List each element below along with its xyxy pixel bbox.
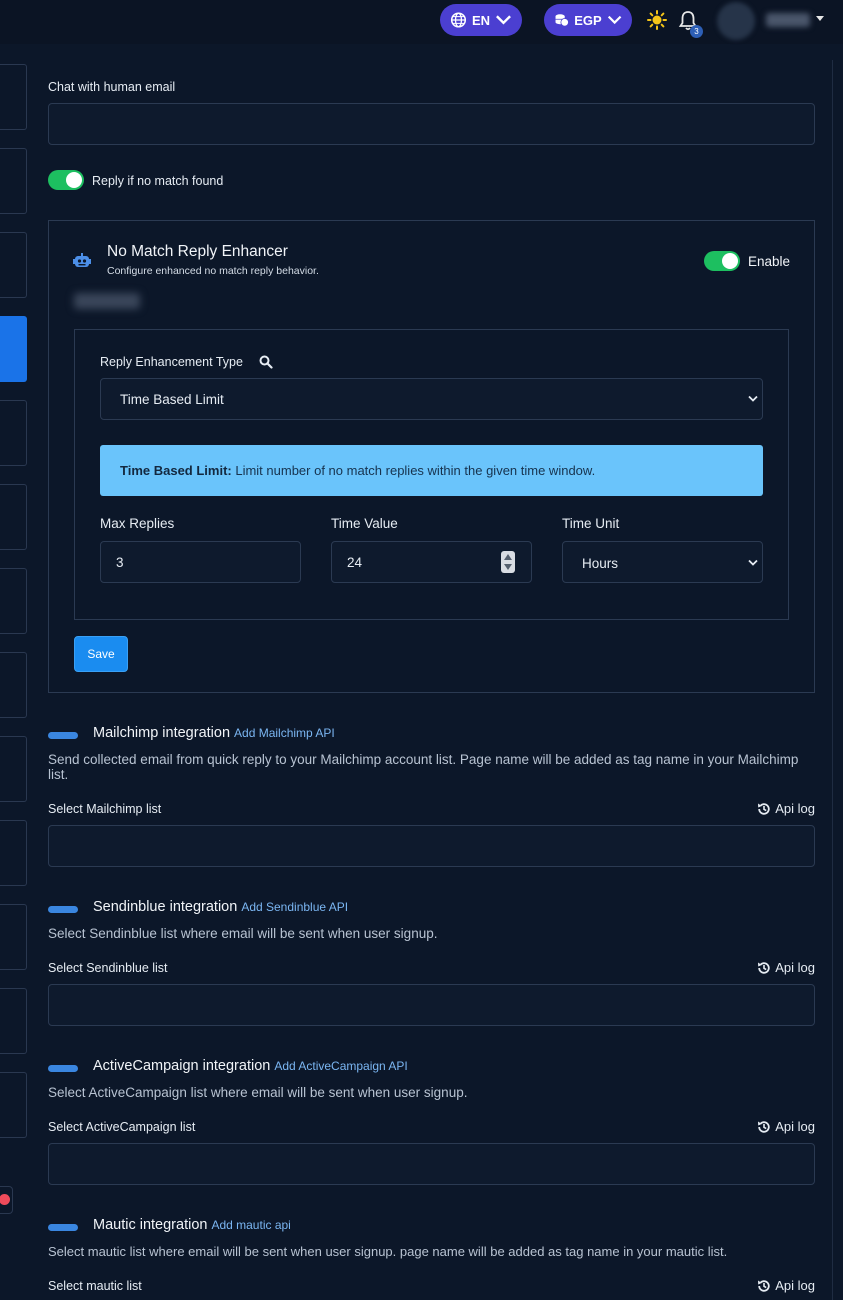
mautic-title: Mautic integration Add mautic api [93,1217,291,1233]
history-icon [758,802,770,815]
sendinblue-title-text: Sendinblue integration [93,899,238,915]
mautic-title-text: Mautic integration [93,1217,208,1233]
avatar[interactable] [717,2,755,40]
sendinblue-toggle[interactable] [48,906,78,913]
mailchimp-toggle[interactable] [48,732,78,739]
enhancement-type-label: Reply Enhancement Type [100,355,243,369]
mailchimp-list-select[interactable] [48,825,815,867]
side-card[interactable] [0,484,27,550]
api-log-label: Api log [775,1278,815,1293]
mailchimp-title: Mailchimp integration Add Mailchimp API [93,725,335,741]
time-value-value: 24 [347,555,363,570]
max-replies-value: 3 [116,555,124,570]
api-log-label: Api log [775,960,815,975]
activecampaign-list-select[interactable] [48,1143,815,1185]
user-name[interactable] [766,13,810,27]
mailchimp-title-text: Mailchimp integration [93,725,231,741]
activecampaign-api-log[interactable]: Api log [757,1119,815,1134]
side-card[interactable] [0,1072,27,1138]
sendinblue-select-label: Select Sendinblue list [48,961,168,975]
api-log-label: Api log [775,801,815,816]
scroll-divider [832,60,833,1300]
mautic-description: Select mautic list where email will be s… [48,1244,728,1259]
blurred-heading [74,293,140,309]
notification-badge: 3 [690,25,703,38]
mautic-select-label: Select mautic list [48,1279,142,1293]
add-sendinblue-link[interactable]: Add Sendinblue API [241,900,348,914]
enhancement-type-select[interactable]: Time Based Limit [100,378,763,420]
side-card[interactable] [0,820,27,886]
sun-icon[interactable] [647,10,667,30]
top-bar: EN EGP 3 [0,0,843,44]
max-replies-input[interactable]: 3 [100,541,301,583]
activecampaign-title: ActiveCampaign integration Add ActiveCamp… [93,1058,408,1074]
time-unit-select[interactable]: Hours [562,541,763,583]
reply-no-match-toggle[interactable] [48,170,84,190]
info-box-text: Limit number of no match replies within … [231,463,596,478]
search-icon[interactable] [259,355,273,369]
time-unit-label: Time Unit [562,516,620,531]
chevron-down-icon [748,395,758,402]
number-stepper-icon[interactable] [501,551,515,573]
mautic-api-log[interactable]: Api log [757,1278,815,1293]
side-card[interactable] [0,400,27,466]
enhancer-enable-label: Enable [748,254,791,269]
enhancer-enable-toggle[interactable] [704,251,740,271]
side-card[interactable] [0,64,27,130]
activecampaign-title-text: ActiveCampaign integration [93,1058,271,1074]
chevron-down-icon [496,15,511,25]
robot-icon [73,253,91,267]
mautic-toggle[interactable] [48,1224,78,1231]
enhancement-type-value: Time Based Limit [120,392,224,407]
currency-label: EGP [574,12,602,28]
activecampaign-select-label: Select ActiveCampaign list [48,1120,196,1134]
chat-email-label: Chat with human email [48,80,176,94]
reply-no-match-label: Reply if no match found [92,174,224,188]
max-replies-label: Max Replies [100,516,175,531]
add-activecampaign-link[interactable]: Add ActiveCampaign API [274,1059,407,1073]
chevron-down-icon [748,559,758,566]
side-card[interactable] [0,652,27,718]
side-card[interactable] [0,904,27,970]
save-button[interactable]: Save [74,636,128,672]
info-box-strong: Time Based Limit: [120,463,232,478]
side-card-active[interactable] [0,316,27,382]
activecampaign-description: Select ActiveCampaign list where email w… [48,1085,468,1100]
history-icon [758,961,770,974]
sendinblue-list-select[interactable] [48,984,815,1026]
time-value-input[interactable]: 24 [331,541,532,583]
side-card[interactable] [0,148,27,214]
side-card[interactable] [0,232,27,298]
add-mailchimp-link[interactable]: Add Mailchimp API [234,726,335,740]
mailchimp-description: Send collected email from quick reply to… [48,752,799,782]
mailchimp-select-label: Select Mailchimp list [48,802,162,816]
globe-icon [450,12,467,28]
coins-icon [555,14,569,27]
side-card[interactable] [0,568,27,634]
chevron-down-icon [607,15,622,25]
time-value-label: Time Value [331,516,398,531]
side-card[interactable] [0,988,27,1054]
api-log-label: Api log [775,1119,815,1134]
user-menu-caret-icon[interactable] [816,16,824,21]
mailchimp-api-log[interactable]: Api log [757,801,815,816]
sendinblue-description: Select Sendinblue list where email will … [48,926,438,941]
chat-email-input[interactable] [48,103,815,145]
time-unit-value: Hours [582,556,619,571]
currency-selector[interactable]: EGP [544,4,632,36]
history-icon [758,1279,770,1292]
language-label: EN [471,12,491,28]
sendinblue-title: Sendinblue integration Add Sendinblue API [93,899,348,915]
history-icon [758,1120,770,1133]
side-card[interactable] [0,736,27,802]
enhancer-subtitle: Configure enhanced no match reply behavi… [107,265,319,277]
language-selector[interactable]: EN [440,4,522,36]
activecampaign-toggle[interactable] [48,1065,78,1072]
sendinblue-api-log[interactable]: Api log [757,960,815,975]
enhancer-title: No Match Reply Enhancer [107,243,288,260]
enhancement-info-box: Time Based Limit: Limit number of no mat… [100,445,763,496]
add-mautic-link[interactable]: Add mautic api [211,1218,290,1232]
